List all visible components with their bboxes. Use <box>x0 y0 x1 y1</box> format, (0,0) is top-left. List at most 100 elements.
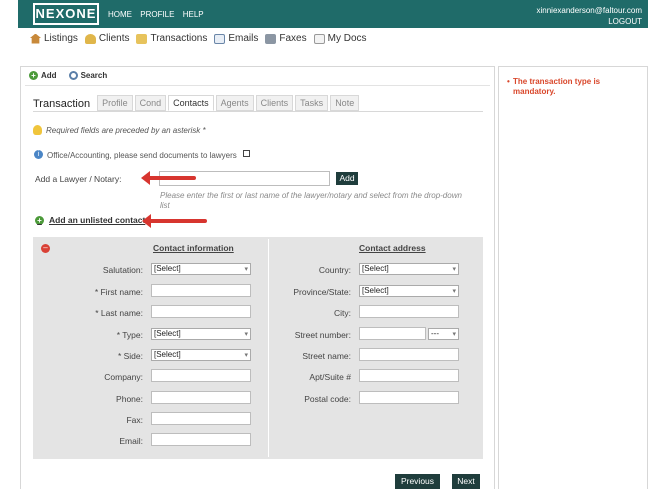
first-name-input[interactable] <box>151 284 251 297</box>
next-button[interactable]: Next <box>452 474 480 489</box>
user-email[interactable]: xinniexanderson@faltour.com <box>536 5 642 16</box>
phone-label: Phone: <box>116 394 143 404</box>
office-checkbox[interactable] <box>243 150 250 157</box>
tab-agents[interactable]: Agents <box>215 95 254 111</box>
postal-code-input[interactable] <box>359 391 459 404</box>
tab-clients[interactable]: Clients <box>255 95 294 111</box>
nav-profile-link[interactable]: PROFILE <box>140 10 174 19</box>
office-note: Office/Accounting, please send documents… <box>47 151 237 160</box>
salutation-label: Salutation: <box>102 265 143 275</box>
tab-profile[interactable]: Profile <box>97 95 133 111</box>
type-select[interactable]: [Select] ▾ <box>151 328 251 340</box>
tab-contacts[interactable]: Contacts <box>168 95 214 111</box>
salutation-select[interactable]: [Select] ▾ <box>151 263 251 275</box>
province-value: [Select] <box>362 286 389 295</box>
last-name-label: * Last name: <box>95 308 143 318</box>
previous-button[interactable]: Previous <box>395 474 440 489</box>
main-panel: + Add Search Transaction Profile Cond Co… <box>20 66 495 489</box>
company-input[interactable] <box>151 369 251 382</box>
add-unlisted-label: Add an unlisted contact <box>49 215 146 225</box>
nav-my-docs-label: My Docs <box>327 33 367 44</box>
lightbulb-icon <box>33 125 42 135</box>
nav-emails[interactable]: Emails <box>214 33 258 44</box>
side-select[interactable]: [Select] ▾ <box>151 349 251 361</box>
city-input[interactable] <box>359 305 459 318</box>
remove-contact-icon[interactable]: – <box>41 244 50 253</box>
home-icon <box>30 33 41 44</box>
error-text: The transaction type is mandatory. <box>513 77 601 96</box>
street-number-suffix-select[interactable]: --- ▾ <box>428 328 459 340</box>
phone-input[interactable] <box>151 391 251 404</box>
nav-listings[interactable]: Listings <box>30 33 78 44</box>
mail-icon <box>214 33 226 44</box>
search-button[interactable]: Search <box>68 71 108 80</box>
street-name-label: Street name: <box>302 351 351 361</box>
chevron-down-icon: ▾ <box>244 352 248 359</box>
nav-listings-label: Listings <box>44 33 78 44</box>
contact-info-heading: Contact information <box>153 243 234 253</box>
tab-transaction[interactable]: Transaction <box>33 98 90 111</box>
nav-help-link[interactable]: HELP <box>183 10 204 19</box>
add-button-label: Add <box>41 71 57 80</box>
tab-cond[interactable]: Cond <box>134 95 167 111</box>
search-button-label: Search <box>80 71 108 80</box>
nav-faxes-label: Faxes <box>279 33 307 44</box>
tab-note[interactable]: Note <box>330 95 360 111</box>
toolbar: + Add Search <box>29 71 107 80</box>
country-select[interactable]: [Select] ▾ <box>359 263 459 275</box>
fax-input[interactable] <box>151 412 251 425</box>
fax-label: Fax: <box>126 415 143 425</box>
type-value: [Select] <box>154 329 181 338</box>
salutation-value: [Select] <box>154 264 181 273</box>
folder-icon <box>136 33 148 44</box>
side-value: [Select] <box>154 350 181 359</box>
nav-clients[interactable]: Clients <box>84 33 130 44</box>
nav-transactions[interactable]: Transactions <box>136 33 207 44</box>
postal-code-label: Postal code: <box>304 394 351 404</box>
tab-tasks[interactable]: Tasks <box>295 95 329 111</box>
annotation-arrow-unlisted <box>142 214 207 228</box>
lawyer-label: Add a Lawyer / Notary: <box>35 174 122 184</box>
required-note: Required fields are preceded by an aster… <box>46 126 206 135</box>
contact-address-heading: Contact address <box>359 243 426 253</box>
nav-faxes[interactable]: Faxes <box>265 33 307 44</box>
apt-suite-input[interactable] <box>359 369 459 382</box>
clients-icon <box>84 33 96 44</box>
email-label: Email: <box>119 436 143 446</box>
chevron-down-icon: ▾ <box>244 331 248 338</box>
nav-my-docs[interactable]: My Docs <box>313 33 367 44</box>
user-box: xinniexanderson@faltour.com LOGOUT <box>536 5 642 27</box>
contact-form: – Contact information Contact address Sa… <box>33 237 483 459</box>
side-label: * Side: <box>117 351 143 361</box>
search-icon <box>68 71 78 80</box>
chevron-down-icon: ▾ <box>244 266 248 273</box>
add-unlisted-contact-link[interactable]: + Add an unlisted contact <box>35 215 145 225</box>
add-lawyer-button[interactable]: Add <box>336 172 358 185</box>
logo[interactable]: NEXONE <box>33 3 99 25</box>
street-name-input[interactable] <box>359 348 459 361</box>
docs-icon <box>313 33 325 44</box>
lawyer-hint: Please enter the first or last name of t… <box>160 191 462 210</box>
chevron-down-icon: ▾ <box>452 266 456 273</box>
street-number-label: Street number: <box>294 330 351 340</box>
fax-icon <box>265 33 277 44</box>
street-number-input[interactable] <box>359 327 426 340</box>
nav-emails-label: Emails <box>228 33 259 44</box>
add-button[interactable]: + Add <box>29 71 57 80</box>
nav-home-link[interactable]: HOME <box>108 10 132 19</box>
first-name-label: * First name: <box>94 287 143 297</box>
company-label: Company: <box>104 372 143 382</box>
country-label: Country: <box>318 265 351 275</box>
nav-clients-label: Clients <box>98 33 130 44</box>
apt-suite-label: Apt/Suite # <box>309 372 351 382</box>
province-select[interactable]: [Select] ▾ <box>359 285 459 297</box>
chevron-down-icon: ▾ <box>452 288 456 295</box>
chevron-down-icon: ▾ <box>452 331 456 338</box>
street-number-suffix-value: --- <box>431 329 439 338</box>
last-name-input[interactable] <box>151 305 251 318</box>
error-bullet: • <box>507 77 510 86</box>
email-input[interactable] <box>151 433 251 446</box>
error-panel: • The transaction type is mandatory. <box>498 66 648 489</box>
top-nav: HOME PROFILE HELP <box>108 10 210 19</box>
logout-link[interactable]: LOGOUT <box>536 16 642 27</box>
